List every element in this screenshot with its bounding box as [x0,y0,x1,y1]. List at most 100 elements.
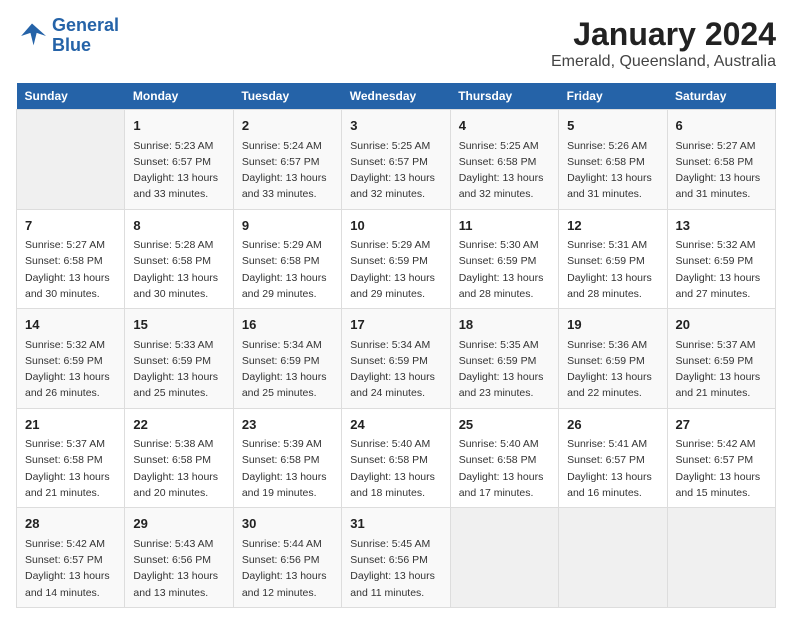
day-number: 26 [567,415,658,435]
day-number: 28 [25,514,116,534]
header-row: Sunday Monday Tuesday Wednesday Thursday… [17,83,776,110]
header-wednesday: Wednesday [342,83,450,110]
calendar-cell: 2Sunrise: 5:24 AM Sunset: 6:57 PM Daylig… [233,110,341,210]
logo-icon [16,22,48,50]
calendar-cell: 20Sunrise: 5:37 AM Sunset: 6:59 PM Dayli… [667,309,775,409]
calendar-cell: 6Sunrise: 5:27 AM Sunset: 6:58 PM Daylig… [667,110,775,210]
day-info: Sunrise: 5:31 AM Sunset: 6:59 PM Dayligh… [567,237,658,302]
calendar-cell: 17Sunrise: 5:34 AM Sunset: 6:59 PM Dayli… [342,309,450,409]
day-number: 27 [676,415,767,435]
day-info: Sunrise: 5:28 AM Sunset: 6:58 PM Dayligh… [133,237,224,302]
day-number: 2 [242,116,333,136]
calendar-subtitle: Emerald, Queensland, Australia [551,53,776,71]
calendar-cell: 24Sunrise: 5:40 AM Sunset: 6:58 PM Dayli… [342,408,450,508]
day-info: Sunrise: 5:27 AM Sunset: 6:58 PM Dayligh… [25,237,116,302]
day-info: Sunrise: 5:34 AM Sunset: 6:59 PM Dayligh… [350,337,441,402]
day-number: 7 [25,216,116,236]
header-saturday: Saturday [667,83,775,110]
calendar-cell: 9Sunrise: 5:29 AM Sunset: 6:58 PM Daylig… [233,209,341,309]
day-info: Sunrise: 5:42 AM Sunset: 6:57 PM Dayligh… [25,536,116,601]
calendar-cell: 21Sunrise: 5:37 AM Sunset: 6:58 PM Dayli… [17,408,125,508]
calendar-cell: 18Sunrise: 5:35 AM Sunset: 6:59 PM Dayli… [450,309,558,409]
day-number: 30 [242,514,333,534]
calendar-cell: 5Sunrise: 5:26 AM Sunset: 6:58 PM Daylig… [559,110,667,210]
calendar-cell [450,508,558,608]
title-block: January 2024 Emerald, Queensland, Austra… [551,16,776,71]
calendar-cell: 16Sunrise: 5:34 AM Sunset: 6:59 PM Dayli… [233,309,341,409]
calendar-header: Sunday Monday Tuesday Wednesday Thursday… [17,83,776,110]
calendar-cell: 22Sunrise: 5:38 AM Sunset: 6:58 PM Dayli… [125,408,233,508]
logo-line2: Blue [52,35,91,55]
day-number: 1 [133,116,224,136]
calendar-week-2: 7Sunrise: 5:27 AM Sunset: 6:58 PM Daylig… [17,209,776,309]
calendar-cell: 19Sunrise: 5:36 AM Sunset: 6:59 PM Dayli… [559,309,667,409]
page-header: General Blue January 2024 Emerald, Queen… [16,16,776,71]
day-number: 12 [567,216,658,236]
day-info: Sunrise: 5:26 AM Sunset: 6:58 PM Dayligh… [567,138,658,203]
day-info: Sunrise: 5:35 AM Sunset: 6:59 PM Dayligh… [459,337,550,402]
calendar-cell: 10Sunrise: 5:29 AM Sunset: 6:59 PM Dayli… [342,209,450,309]
calendar-cell: 29Sunrise: 5:43 AM Sunset: 6:56 PM Dayli… [125,508,233,608]
day-number: 6 [676,116,767,136]
day-number: 11 [459,216,550,236]
day-number: 16 [242,315,333,335]
day-number: 15 [133,315,224,335]
calendar-cell [17,110,125,210]
calendar-cell: 25Sunrise: 5:40 AM Sunset: 6:58 PM Dayli… [450,408,558,508]
day-info: Sunrise: 5:25 AM Sunset: 6:58 PM Dayligh… [459,138,550,203]
day-info: Sunrise: 5:44 AM Sunset: 6:56 PM Dayligh… [242,536,333,601]
header-tuesday: Tuesday [233,83,341,110]
calendar-cell: 14Sunrise: 5:32 AM Sunset: 6:59 PM Dayli… [17,309,125,409]
header-monday: Monday [125,83,233,110]
day-number: 8 [133,216,224,236]
day-number: 24 [350,415,441,435]
calendar-body: 1Sunrise: 5:23 AM Sunset: 6:57 PM Daylig… [17,110,776,608]
calendar-cell: 30Sunrise: 5:44 AM Sunset: 6:56 PM Dayli… [233,508,341,608]
day-number: 23 [242,415,333,435]
day-number: 21 [25,415,116,435]
calendar-cell [559,508,667,608]
calendar-cell [667,508,775,608]
header-friday: Friday [559,83,667,110]
calendar-table: Sunday Monday Tuesday Wednesday Thursday… [16,83,776,608]
header-sunday: Sunday [17,83,125,110]
calendar-cell: 7Sunrise: 5:27 AM Sunset: 6:58 PM Daylig… [17,209,125,309]
day-info: Sunrise: 5:27 AM Sunset: 6:58 PM Dayligh… [676,138,767,203]
day-info: Sunrise: 5:38 AM Sunset: 6:58 PM Dayligh… [133,436,224,501]
day-number: 20 [676,315,767,335]
day-number: 9 [242,216,333,236]
day-info: Sunrise: 5:43 AM Sunset: 6:56 PM Dayligh… [133,536,224,601]
calendar-cell: 31Sunrise: 5:45 AM Sunset: 6:56 PM Dayli… [342,508,450,608]
day-number: 14 [25,315,116,335]
day-number: 13 [676,216,767,236]
day-info: Sunrise: 5:29 AM Sunset: 6:58 PM Dayligh… [242,237,333,302]
day-info: Sunrise: 5:37 AM Sunset: 6:59 PM Dayligh… [676,337,767,402]
calendar-week-4: 21Sunrise: 5:37 AM Sunset: 6:58 PM Dayli… [17,408,776,508]
calendar-cell: 28Sunrise: 5:42 AM Sunset: 6:57 PM Dayli… [17,508,125,608]
day-number: 10 [350,216,441,236]
day-info: Sunrise: 5:42 AM Sunset: 6:57 PM Dayligh… [676,436,767,501]
day-info: Sunrise: 5:40 AM Sunset: 6:58 PM Dayligh… [459,436,550,501]
day-info: Sunrise: 5:40 AM Sunset: 6:58 PM Dayligh… [350,436,441,501]
calendar-cell: 11Sunrise: 5:30 AM Sunset: 6:59 PM Dayli… [450,209,558,309]
day-info: Sunrise: 5:33 AM Sunset: 6:59 PM Dayligh… [133,337,224,402]
day-info: Sunrise: 5:41 AM Sunset: 6:57 PM Dayligh… [567,436,658,501]
day-number: 29 [133,514,224,534]
logo-line1: General [52,15,119,35]
calendar-cell: 13Sunrise: 5:32 AM Sunset: 6:59 PM Dayli… [667,209,775,309]
day-info: Sunrise: 5:32 AM Sunset: 6:59 PM Dayligh… [25,337,116,402]
day-info: Sunrise: 5:30 AM Sunset: 6:59 PM Dayligh… [459,237,550,302]
day-number: 25 [459,415,550,435]
day-info: Sunrise: 5:34 AM Sunset: 6:59 PM Dayligh… [242,337,333,402]
calendar-week-1: 1Sunrise: 5:23 AM Sunset: 6:57 PM Daylig… [17,110,776,210]
calendar-cell: 23Sunrise: 5:39 AM Sunset: 6:58 PM Dayli… [233,408,341,508]
day-info: Sunrise: 5:23 AM Sunset: 6:57 PM Dayligh… [133,138,224,203]
day-number: 31 [350,514,441,534]
calendar-cell: 26Sunrise: 5:41 AM Sunset: 6:57 PM Dayli… [559,408,667,508]
day-number: 22 [133,415,224,435]
calendar-cell: 3Sunrise: 5:25 AM Sunset: 6:57 PM Daylig… [342,110,450,210]
day-number: 3 [350,116,441,136]
day-number: 18 [459,315,550,335]
day-info: Sunrise: 5:39 AM Sunset: 6:58 PM Dayligh… [242,436,333,501]
day-number: 19 [567,315,658,335]
